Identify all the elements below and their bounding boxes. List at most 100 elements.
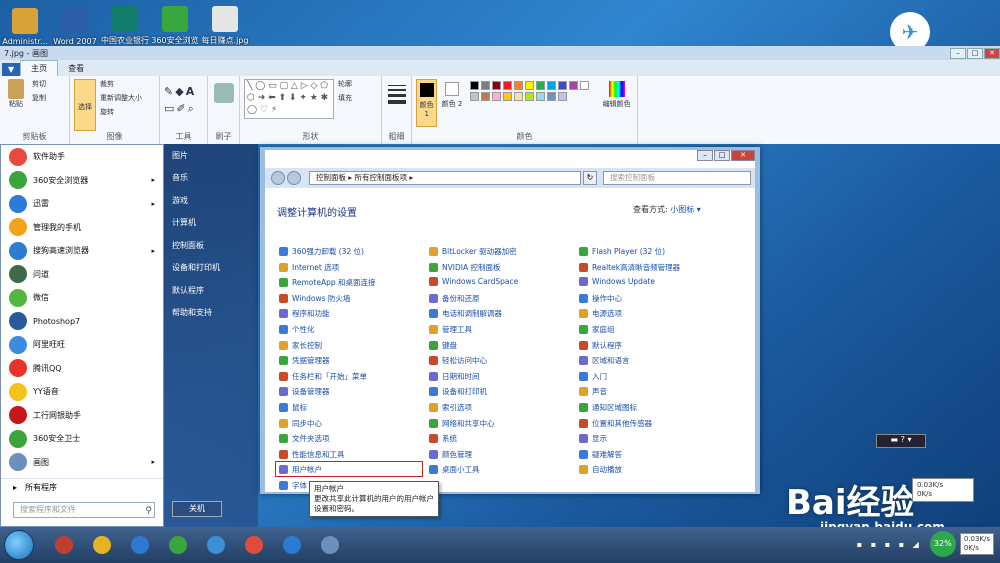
cp-item-link[interactable]: 声音 bbox=[579, 386, 607, 397]
tab-home[interactable]: 主页 bbox=[20, 60, 59, 76]
cp-item-link[interactable]: 家庭组 bbox=[579, 324, 615, 335]
cp-item-link[interactable]: Windows 防火墙 bbox=[279, 293, 350, 304]
palette-swatch[interactable] bbox=[491, 81, 501, 90]
cp-item-link[interactable]: 鼠标 bbox=[279, 402, 307, 413]
minimize-button[interactable]: – bbox=[950, 47, 966, 59]
tray-icons[interactable]: ▪ ▪ ▪ ▪ ◢ bbox=[857, 540, 922, 549]
tab-view[interactable]: 查看 bbox=[58, 61, 94, 76]
start-menu-item[interactable]: 工行网银助手 bbox=[1, 404, 163, 428]
text-tool-icon[interactable]: A bbox=[186, 85, 197, 98]
cp-item-link[interactable]: 凭据管理器 bbox=[279, 355, 330, 366]
cp-item-link[interactable]: 用户帐户 bbox=[279, 464, 322, 475]
palette-swatch[interactable] bbox=[502, 92, 512, 101]
desktop-icon[interactable]: 中国农业银行 bbox=[100, 0, 150, 48]
palette-swatch[interactable] bbox=[469, 92, 479, 101]
palette-swatch[interactable] bbox=[502, 81, 512, 90]
color2-button[interactable]: 颜色 2 bbox=[441, 79, 462, 127]
desktop-icon[interactable]: 每日赚点.jpg bbox=[200, 0, 250, 48]
color1-button[interactable]: 颜色 1 bbox=[416, 79, 438, 127]
cp-item-link[interactable]: 通知区域图标 bbox=[579, 402, 637, 413]
cp-item-link[interactable]: 显示 bbox=[579, 433, 607, 444]
cp-item-link[interactable]: 程序和功能 bbox=[279, 308, 330, 319]
palette-swatch[interactable] bbox=[546, 92, 556, 101]
palette-swatch[interactable] bbox=[557, 92, 567, 101]
minimize-button[interactable]: – bbox=[697, 150, 713, 161]
cp-item-link[interactable]: 任务栏和「开始」菜单 bbox=[279, 371, 367, 382]
palette-swatch[interactable] bbox=[568, 81, 578, 90]
cp-item-link[interactable]: Realtek高清晰音频管理器 bbox=[579, 262, 680, 273]
cp-item-link[interactable]: 轻松访问中心 bbox=[429, 355, 487, 366]
magnifier-icon[interactable]: ⌕ bbox=[188, 102, 196, 115]
cp-item-link[interactable]: 自动播放 bbox=[579, 464, 622, 475]
taskbar-button[interactable] bbox=[314, 532, 346, 558]
cp-item-link[interactable]: 设备管理器 bbox=[279, 386, 330, 397]
chevron-right-icon[interactable]: ▸ bbox=[151, 176, 155, 184]
palette-swatch[interactable] bbox=[480, 81, 490, 90]
shutdown-button[interactable]: 关机 bbox=[172, 501, 222, 517]
eraser-icon[interactable]: ▭ bbox=[164, 102, 176, 115]
rotate-button[interactable]: 旋转 bbox=[100, 107, 142, 117]
cp-item-link[interactable]: Windows CardSpace bbox=[429, 277, 518, 287]
chevron-right-icon[interactable]: ▸ bbox=[151, 247, 155, 255]
start-menu-place[interactable]: 默认程序 bbox=[164, 279, 258, 302]
paste-button[interactable]: 粘贴 bbox=[4, 79, 28, 113]
cp-item-link[interactable]: 管理工具 bbox=[429, 324, 472, 335]
cp-item-link[interactable]: 个性化 bbox=[279, 324, 315, 335]
size-group[interactable]: 粗细 bbox=[382, 76, 412, 144]
battery-percent[interactable]: 32% bbox=[929, 531, 956, 557]
back-icon[interactable] bbox=[271, 171, 285, 185]
cp-item-link[interactable]: Windows Update bbox=[579, 277, 655, 287]
cp-item-link[interactable]: 性能信息和工具 bbox=[279, 449, 345, 460]
cp-item-link[interactable]: 字体 bbox=[279, 480, 307, 491]
start-menu-place[interactable]: 设备和打印机 bbox=[164, 257, 258, 280]
cp-item-link[interactable]: 日期和时间 bbox=[429, 371, 480, 382]
refresh-icon[interactable]: ↻ bbox=[583, 171, 597, 185]
cp-item-link[interactable]: 操作中心 bbox=[579, 293, 622, 304]
all-programs-button[interactable]: ▸ 所有程序 bbox=[1, 478, 163, 496]
palette-swatch[interactable] bbox=[491, 92, 501, 101]
brushes-group[interactable]: 刷子 bbox=[208, 76, 240, 144]
cp-item-link[interactable]: 颜色管理 bbox=[429, 449, 472, 460]
palette-swatch[interactable] bbox=[524, 81, 534, 90]
taskbar-button[interactable] bbox=[238, 532, 270, 558]
cp-item-link[interactable]: 入门 bbox=[579, 371, 607, 382]
cp-item-link[interactable]: 电源选项 bbox=[579, 308, 622, 319]
cp-item-link[interactable]: BitLocker 驱动器加密 bbox=[429, 246, 517, 257]
palette-swatch[interactable] bbox=[513, 81, 523, 90]
close-button[interactable]: ✕ bbox=[984, 47, 1000, 59]
cp-item-link[interactable]: 设备和打印机 bbox=[429, 386, 487, 397]
copy-button[interactable]: 复制 bbox=[32, 93, 46, 103]
cp-item-link[interactable]: 默认程序 bbox=[579, 340, 622, 351]
desktop-icon[interactable]: Administr... bbox=[0, 0, 50, 48]
resize-button[interactable]: 重新调整大小 bbox=[100, 93, 142, 103]
start-menu-place[interactable]: 帮助和支持 bbox=[164, 302, 258, 325]
palette-swatch[interactable] bbox=[524, 92, 534, 101]
start-menu-item[interactable]: 迅雷 ▸ bbox=[1, 192, 163, 216]
start-button[interactable] bbox=[4, 530, 34, 560]
fill-icon[interactable]: ◆ bbox=[175, 85, 185, 98]
paint-menu-button[interactable]: ▼ bbox=[2, 63, 21, 76]
cut-button[interactable]: 剪切 bbox=[32, 79, 46, 89]
color-palette[interactable] bbox=[469, 81, 601, 127]
start-search-input[interactable]: 搜索程序和文件 ⚲ bbox=[13, 502, 155, 518]
cp-item-link[interactable]: 桌面小工具 bbox=[429, 464, 480, 475]
view-value[interactable]: 小图标 ▾ bbox=[670, 205, 701, 214]
cp-item-link[interactable]: 文件夹选项 bbox=[279, 433, 330, 444]
desktop-icon[interactable]: 360安全浏览 bbox=[150, 0, 200, 48]
start-menu-item[interactable]: 搜狗高速浏览器 ▸ bbox=[1, 239, 163, 263]
taskbar-button[interactable] bbox=[276, 532, 308, 558]
palette-swatch[interactable] bbox=[579, 81, 589, 90]
taskbar-button[interactable] bbox=[162, 532, 194, 558]
cp-item-link[interactable]: 家长控制 bbox=[279, 340, 322, 351]
palette-swatch[interactable] bbox=[535, 81, 545, 90]
view-selector[interactable]: 查看方式: 小图标 ▾ bbox=[633, 204, 701, 215]
palette-swatch[interactable] bbox=[557, 81, 567, 90]
maximize-button[interactable]: □ bbox=[714, 150, 730, 161]
palette-swatch[interactable] bbox=[513, 92, 523, 101]
cp-item-link[interactable]: 区域和语言 bbox=[579, 355, 630, 366]
start-menu-item[interactable]: 360安全浏览器 ▸ bbox=[1, 169, 163, 193]
start-menu-item[interactable]: 腾讯QQ bbox=[1, 357, 163, 381]
cp-search-input[interactable]: 搜索控制面板 bbox=[603, 171, 751, 185]
start-menu-item[interactable]: 阿里旺旺 bbox=[1, 333, 163, 357]
start-menu-place[interactable]: 图片 bbox=[164, 144, 258, 167]
